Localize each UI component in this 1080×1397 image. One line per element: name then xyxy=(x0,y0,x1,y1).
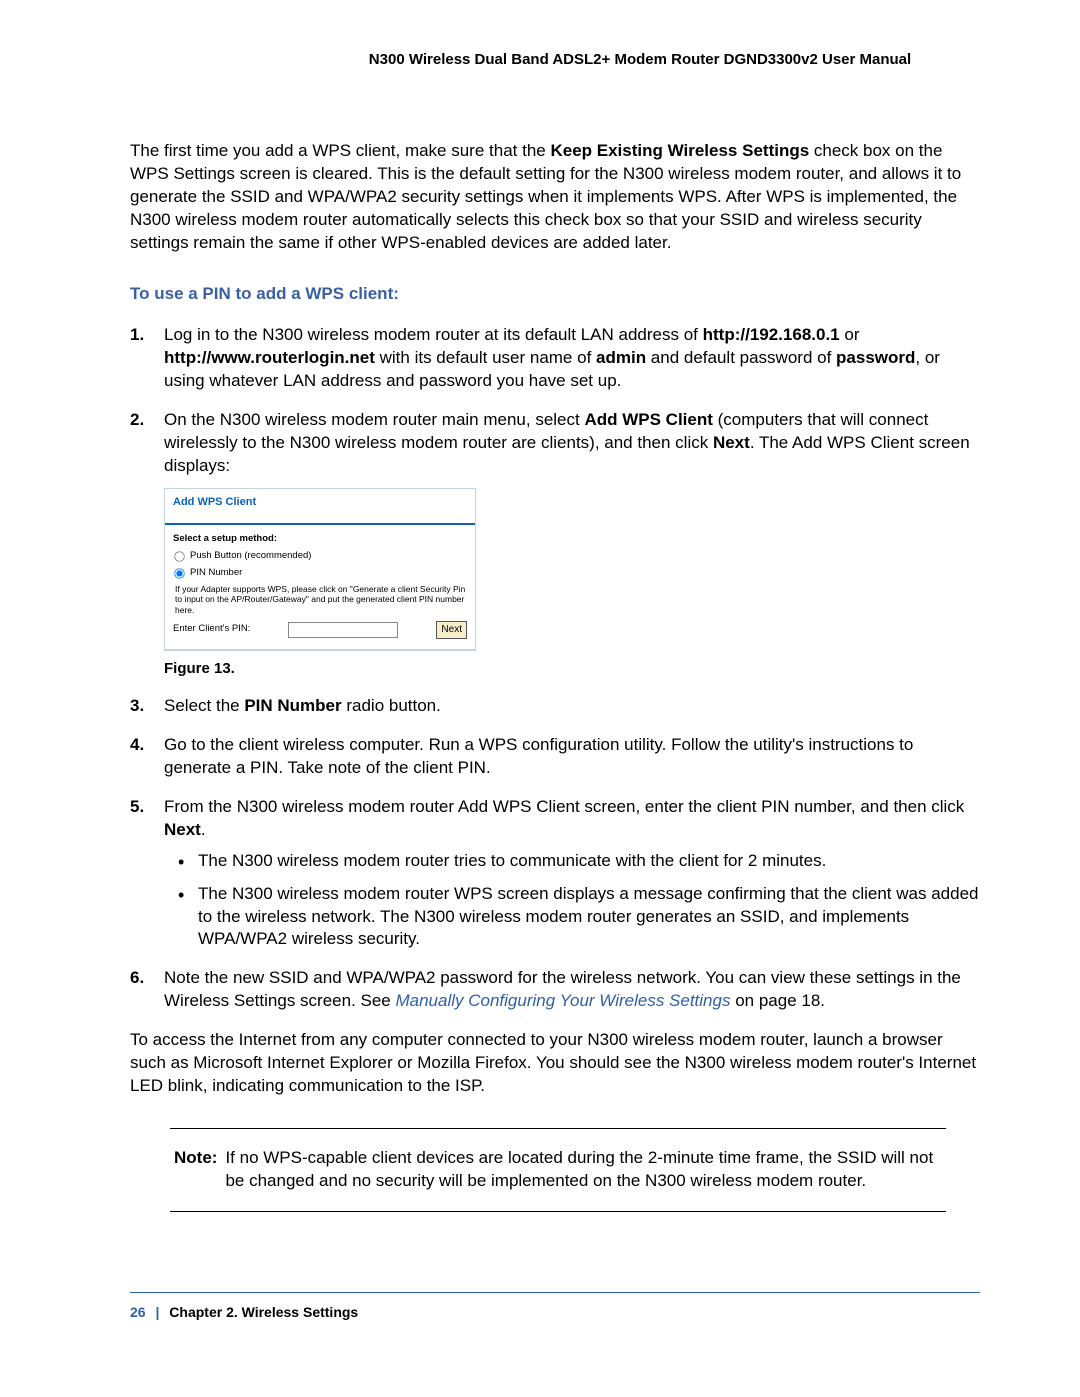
bold-text: password xyxy=(836,348,915,367)
bold-text: Next xyxy=(164,820,201,839)
closing-paragraph: To access the Internet from any computer… xyxy=(130,1029,980,1098)
step-4: 4. Go to the client wireless computer. R… xyxy=(130,734,980,780)
text: Select the xyxy=(164,696,244,715)
radio-push-button-row: Push Button (recommended) xyxy=(173,550,467,563)
step-number: 3. xyxy=(130,695,144,718)
text: Log in to the N300 wireless modem router… xyxy=(164,325,703,344)
select-method-label: Select a setup method: xyxy=(173,533,467,546)
text: with its default user name of xyxy=(375,348,596,367)
radio-push-button[interactable] xyxy=(174,551,184,561)
radio-push-button-label: Push Button (recommended) xyxy=(190,550,311,563)
footer: 26 | Chapter 2. Wireless Settings xyxy=(130,1303,980,1322)
bold-text: Keep Existing Wireless Settings xyxy=(550,141,809,160)
screenshot-title: Add WPS Client xyxy=(165,489,475,524)
bold-text: http://192.168.0.1 xyxy=(703,325,840,344)
pin-entry-row: Enter Client's PIN: Next xyxy=(173,621,467,639)
step-5: 5. From the N300 wireless modem router A… xyxy=(130,796,980,952)
note-label: Note: xyxy=(174,1147,217,1193)
radio-pin-number-row: PIN Number xyxy=(173,567,467,580)
text: or xyxy=(840,325,860,344)
step-5-bullets: The N300 wireless modem router tries to … xyxy=(164,850,980,952)
text: On the N300 wireless modem router main m… xyxy=(164,410,584,429)
pin-label: Enter Client's PIN: xyxy=(173,623,250,636)
client-pin-input[interactable] xyxy=(288,622,398,638)
step-number: 2. xyxy=(130,409,144,432)
divider xyxy=(165,649,475,650)
text: Go to the client wireless computer. Run … xyxy=(164,735,913,777)
screenshot-help-text: If your Adapter supports WPS, please cli… xyxy=(175,584,467,615)
figure-caption: Figure 13. xyxy=(164,659,980,679)
separator: | xyxy=(155,1304,159,1320)
radio-pin-number[interactable] xyxy=(174,568,184,578)
note-text: If no WPS-capable client devices are loc… xyxy=(225,1147,942,1193)
steps-list: 1. Log in to the N300 wireless modem rou… xyxy=(130,324,980,1013)
chapter-label: Chapter 2. Wireless Settings xyxy=(169,1304,358,1320)
text: . xyxy=(201,820,206,839)
text: From the N300 wireless modem router Add … xyxy=(164,797,964,816)
step-2: 2. On the N300 wireless modem router mai… xyxy=(130,409,980,679)
step-3: 3. Select the PIN Number radio button. xyxy=(130,695,980,718)
cross-reference-link[interactable]: Manually Configuring Your Wireless Setti… xyxy=(395,991,730,1010)
text: on page 18. xyxy=(730,991,825,1010)
section-heading: To use a PIN to add a WPS client: xyxy=(130,283,980,306)
bold-text: Next xyxy=(713,433,750,452)
page-number: 26 xyxy=(130,1304,146,1320)
note-block: Note: If no WPS-capable client devices a… xyxy=(170,1128,946,1212)
text: The first time you add a WPS client, mak… xyxy=(130,141,550,160)
step-number: 4. xyxy=(130,734,144,757)
step-number: 5. xyxy=(130,796,144,819)
document-header-title: N300 Wireless Dual Band ADSL2+ Modem Rou… xyxy=(130,50,980,70)
footer-rule xyxy=(130,1292,980,1293)
bold-text: admin xyxy=(596,348,646,367)
screenshot-body: Select a setup method: Push Button (reco… xyxy=(165,525,475,648)
text: radio button. xyxy=(342,696,441,715)
text: and default password of xyxy=(646,348,836,367)
bold-text: Add WPS Client xyxy=(584,410,712,429)
radio-pin-number-label: PIN Number xyxy=(190,567,242,580)
list-item: The N300 wireless modem router tries to … xyxy=(164,850,980,873)
manual-page: N300 Wireless Dual Band ADSL2+ Modem Rou… xyxy=(0,0,1080,1397)
add-wps-client-screenshot: Add WPS Client Select a setup method: Pu… xyxy=(164,488,476,651)
next-button[interactable]: Next xyxy=(436,621,467,639)
step-number: 6. xyxy=(130,967,144,990)
intro-paragraph: The first time you add a WPS client, mak… xyxy=(130,140,980,255)
list-item: The N300 wireless modem router WPS scree… xyxy=(164,883,980,952)
step-1: 1. Log in to the N300 wireless modem rou… xyxy=(130,324,980,393)
figure-13: Add WPS Client Select a setup method: Pu… xyxy=(164,488,980,679)
step-6: 6. Note the new SSID and WPA/WPA2 passwo… xyxy=(130,967,980,1013)
step-number: 1. xyxy=(130,324,144,347)
bold-text: PIN Number xyxy=(244,696,341,715)
bold-text: http://www.routerlogin.net xyxy=(164,348,375,367)
